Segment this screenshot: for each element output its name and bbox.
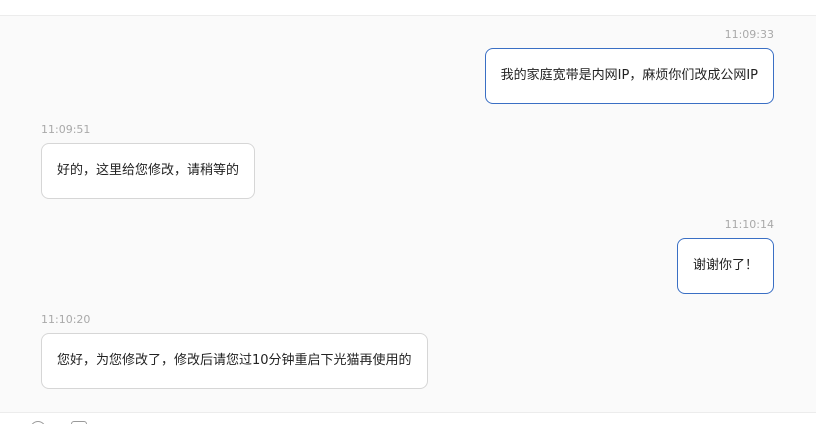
top-strip [0, 0, 816, 15]
message-timestamp: 11:10:14 [724, 218, 774, 231]
chat-window: 11:09:33 我的家庭宽带是内网IP，麻烦你们改成公网IP 11:09:51… [0, 0, 816, 424]
message-timestamp: 11:09:51 [41, 123, 91, 136]
sent-message-bubble[interactable]: 谢谢你了！ [676, 238, 774, 294]
top-divider [0, 15, 816, 16]
input-toolbar [0, 412, 816, 424]
message-timestamp: 11:09:33 [724, 28, 774, 41]
received-message-bubble[interactable]: 您好，为您修改了，修改后请您过10分钟重启下光猫再使用的 [41, 333, 428, 389]
received-message-bubble[interactable]: 好的，这里给您修改，请稍等的 [41, 143, 256, 199]
sent-message-bubble[interactable]: 我的家庭宽带是内网IP，麻烦你们改成公网IP [484, 48, 774, 104]
message-timestamp: 11:10:20 [41, 313, 91, 326]
